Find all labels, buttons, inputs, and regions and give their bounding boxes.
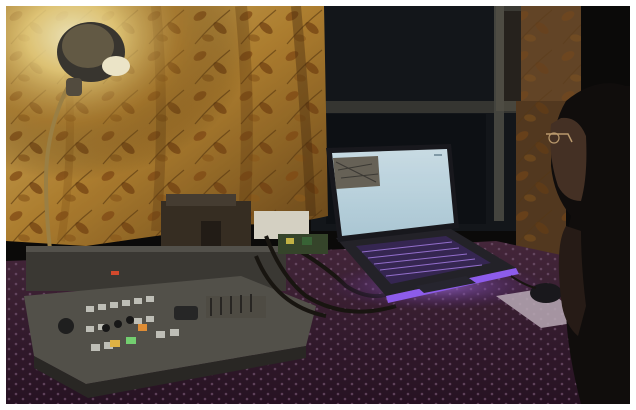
scene-svg xyxy=(6,6,630,404)
photograph xyxy=(6,6,630,404)
photo-frame xyxy=(0,0,636,410)
